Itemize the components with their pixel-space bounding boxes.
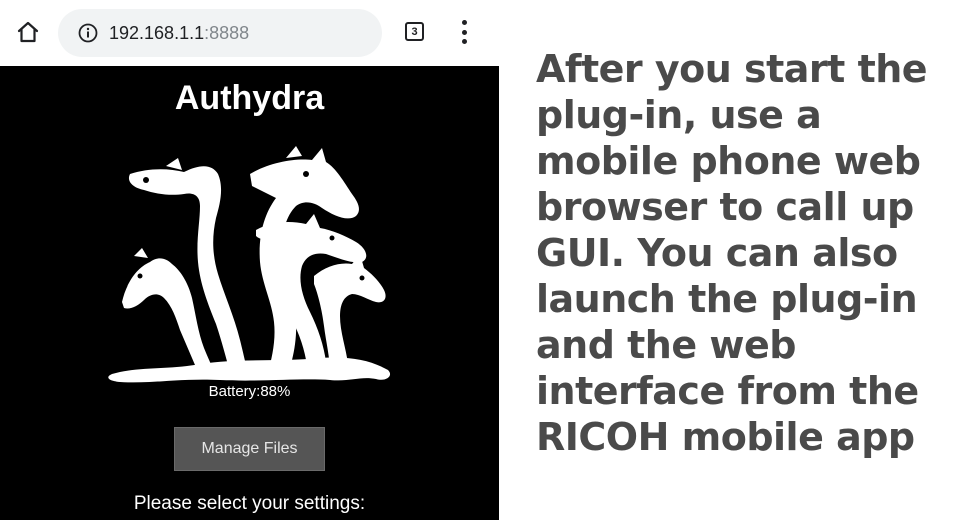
battery-status: Battery:88% [208, 383, 291, 400]
manage-files-button[interactable]: Manage Files [174, 427, 325, 471]
tab-switcher-icon[interactable]: 3 [405, 22, 424, 41]
settings-prompt: Please select your settings: [133, 493, 366, 514]
web-page: Authydra Battery:88% Manage Files Please… [0, 66, 499, 520]
url-host: 192.168.1.1 [109, 23, 205, 43]
more-vert-icon[interactable] [456, 20, 472, 44]
address-bar[interactable]: 192.168.1.1:8888 [58, 9, 382, 57]
info-icon[interactable] [78, 23, 98, 43]
browser-toolbar: 192.168.1.1:8888 3 [0, 0, 499, 66]
hydra-logo [108, 146, 391, 383]
url-text[interactable]: 192.168.1.1:8888 [109, 21, 249, 45]
caption-text: After you start the plug-in, use a mobil… [536, 47, 928, 459]
page-title: Authydra [174, 79, 325, 117]
url-port: :8888 [204, 23, 250, 43]
home-icon[interactable] [14, 18, 42, 46]
